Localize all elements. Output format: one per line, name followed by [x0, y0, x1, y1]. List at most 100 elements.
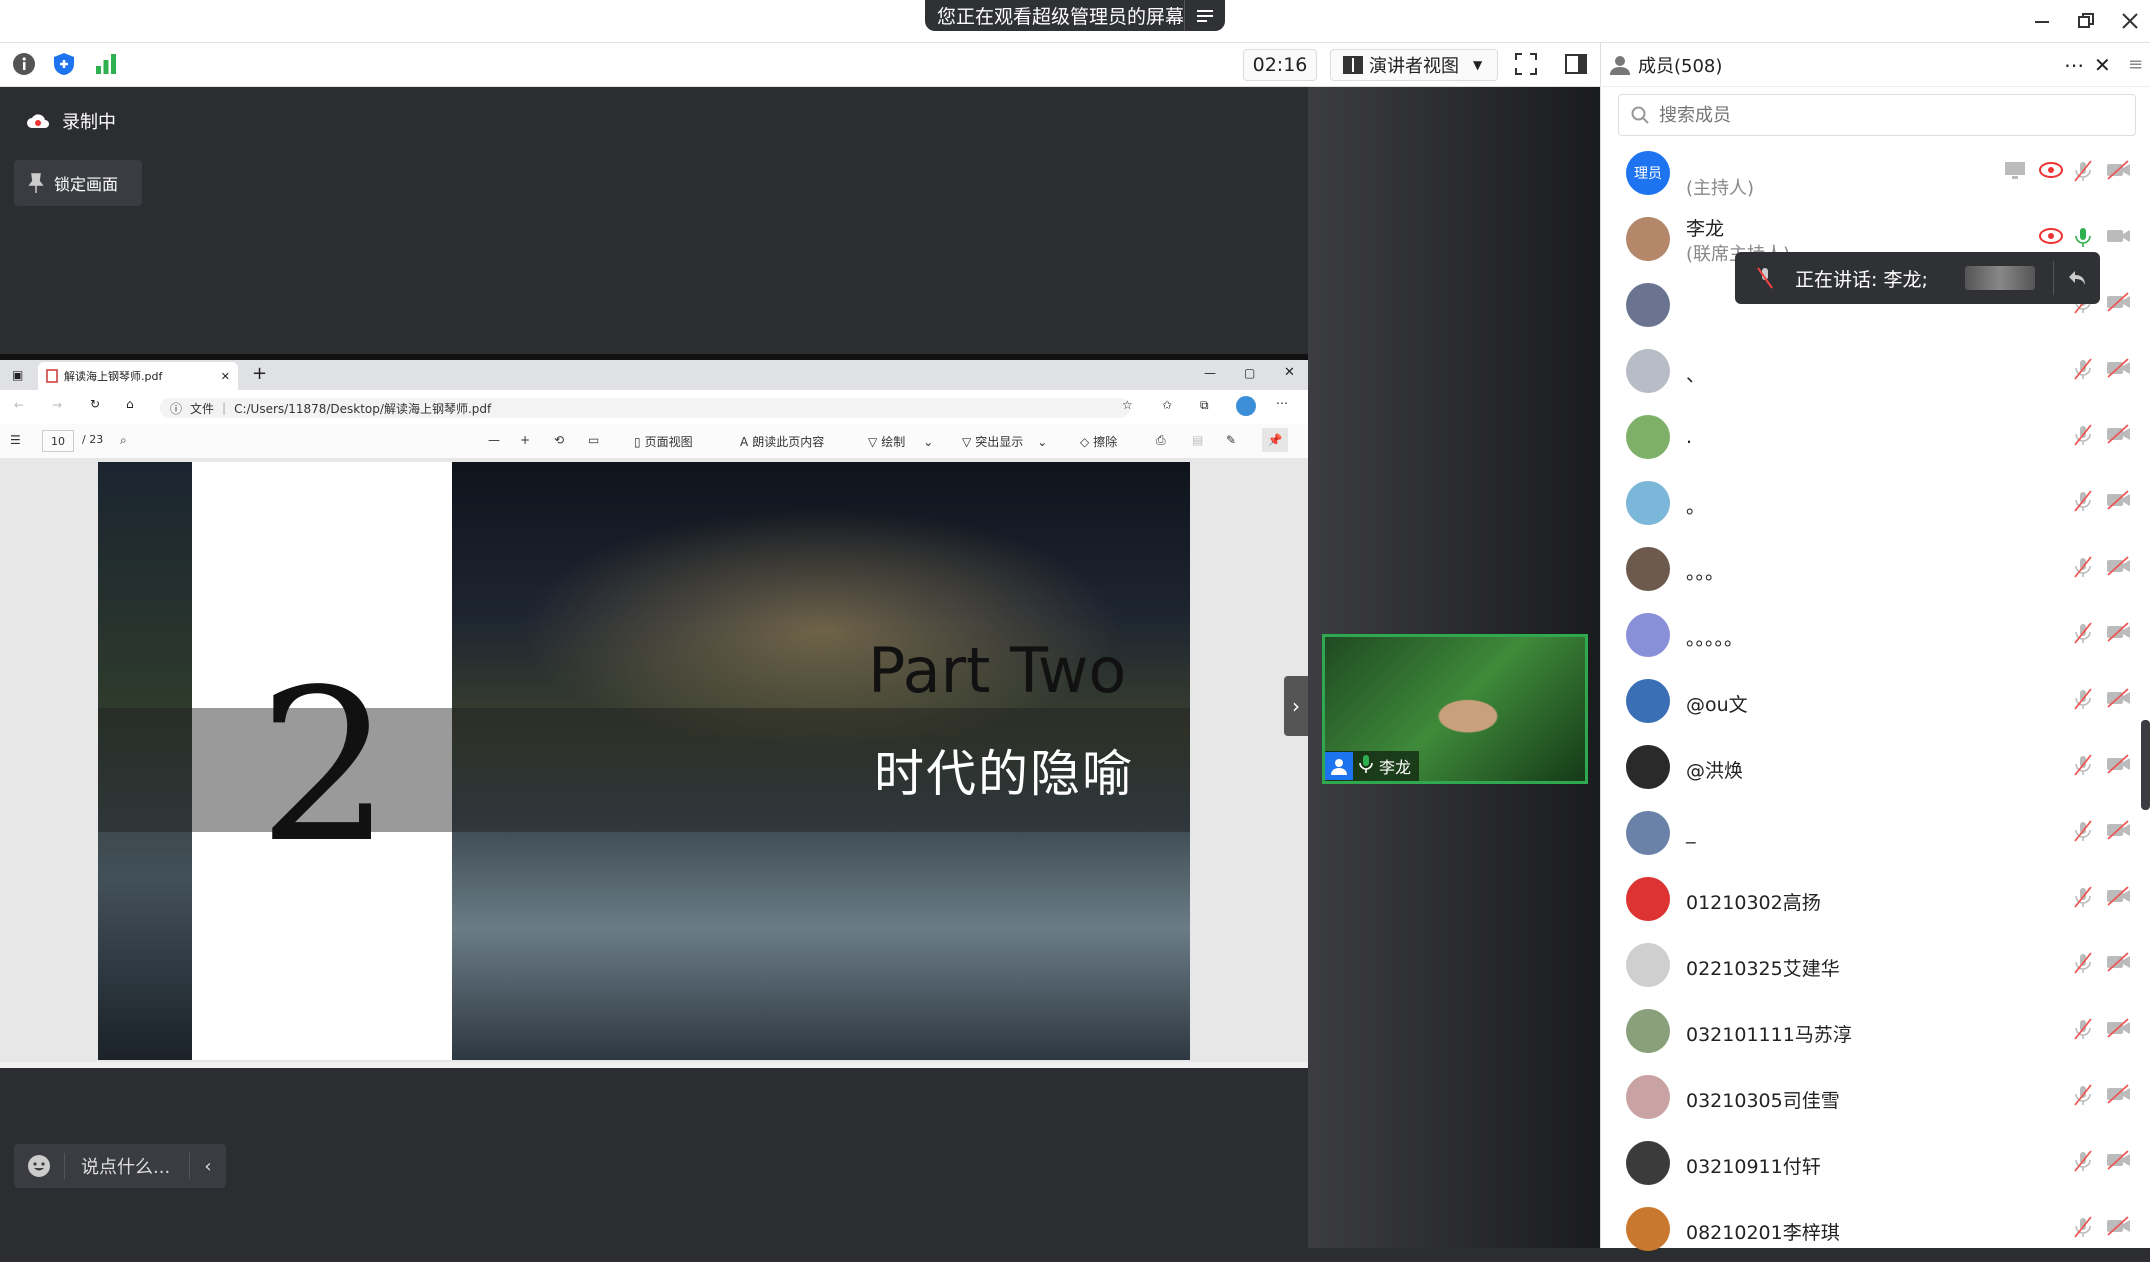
- member-row[interactable]: 。: [1600, 470, 2134, 536]
- mic-muted-icon[interactable]: [2072, 490, 2096, 514]
- camera-off-icon[interactable]: [2106, 358, 2134, 382]
- info-icon[interactable]: [10, 50, 38, 78]
- zoom-out-icon[interactable]: —: [488, 433, 500, 447]
- member-row[interactable]: 032101111马苏淳: [1600, 998, 2134, 1064]
- edit-icon[interactable]: ✎: [1226, 433, 1236, 447]
- browser-close-icon[interactable]: ✕: [1284, 365, 1295, 380]
- presenter-view-button[interactable]: 演讲者视图 ▼: [1330, 49, 1498, 81]
- reload-icon[interactable]: ↻: [90, 397, 100, 411]
- chat-input-bar[interactable]: 说点什么... ‹: [14, 1144, 226, 1188]
- camera-off-icon[interactable]: [2106, 1018, 2134, 1042]
- banner-menu-icon[interactable]: [1184, 0, 1225, 31]
- members-scrollbar[interactable]: [2141, 720, 2150, 810]
- camera-off-icon[interactable]: [2106, 820, 2134, 844]
- side-panel-toggle-icon[interactable]: [1562, 50, 1590, 78]
- camera-off-icon[interactable]: [2106, 556, 2134, 580]
- watching-icon[interactable]: [2038, 160, 2063, 184]
- reply-icon[interactable]: [2053, 261, 2100, 295]
- favorite-icon[interactable]: ☆: [1122, 398, 1133, 412]
- camera-off-icon[interactable]: [2106, 622, 2134, 646]
- erase-button[interactable]: ◇ 擦除: [1080, 433, 1117, 450]
- camera-off-icon[interactable]: [2106, 1084, 2134, 1108]
- member-row[interactable]: @洪焕: [1600, 734, 2134, 800]
- browser-minimize-icon[interactable]: —: [1204, 366, 1216, 380]
- mic-on-icon[interactable]: [2072, 226, 2096, 250]
- contents-icon[interactable]: ☰: [10, 433, 21, 447]
- member-row[interactable]: 02210325艾建华: [1600, 932, 2134, 998]
- signal-stats-icon[interactable]: [92, 50, 120, 78]
- camera-off-icon[interactable]: [2106, 688, 2134, 712]
- restore-icon[interactable]: [2066, 4, 2106, 38]
- member-row[interactable]: @ou文: [1600, 668, 2134, 734]
- member-row[interactable]: 08210201李梓琪: [1600, 1196, 2134, 1262]
- security-shield-icon[interactable]: [50, 50, 78, 78]
- mic-muted-icon[interactable]: [2072, 952, 2096, 976]
- watching-icon[interactable]: [2038, 226, 2063, 250]
- browser-tab-pdf[interactable]: 解读海上钢琴师.pdf ✕: [38, 362, 238, 390]
- camera-off-icon[interactable]: [2106, 952, 2134, 976]
- participant-video-tile[interactable]: 李龙: [1322, 634, 1588, 784]
- profile-avatar[interactable]: [1236, 396, 1256, 416]
- page-number-input[interactable]: 10: [42, 430, 74, 452]
- zoom-in-icon[interactable]: +: [520, 433, 530, 447]
- mic-muted-icon[interactable]: [2072, 688, 2096, 712]
- panel-menu-icon[interactable]: ≡: [2128, 54, 2143, 75]
- mic-muted-icon[interactable]: [2072, 358, 2096, 382]
- member-row[interactable]: 01210302高扬: [1600, 866, 2134, 932]
- lock-view-button[interactable]: 锁定画面: [14, 160, 142, 206]
- fit-page-icon[interactable]: ▭: [588, 433, 599, 447]
- collapse-chat-icon[interactable]: ‹: [189, 1153, 226, 1179]
- more-menu-icon[interactable]: ⋯: [1276, 396, 1288, 410]
- member-row[interactable]: 03210305司佳雪: [1600, 1064, 2134, 1130]
- home-icon[interactable]: ⌂: [126, 397, 134, 411]
- member-row[interactable]: .: [1600, 404, 2134, 470]
- member-row[interactable]: 。。。。。: [1600, 602, 2134, 668]
- read-aloud-button[interactable]: A 朗读此页内容: [740, 433, 824, 450]
- expand-arrow-icon[interactable]: ›: [1284, 676, 1308, 736]
- camera-off-icon[interactable]: [2106, 292, 2134, 316]
- print-icon[interactable]: ⎙: [1156, 433, 1166, 448]
- mic-muted-icon[interactable]: [2072, 886, 2096, 910]
- highlight-button[interactable]: ▽ 突出显示 ⌄: [962, 433, 1047, 450]
- mic-muted-icon[interactable]: [2072, 1084, 2096, 1108]
- emoji-icon[interactable]: [14, 1153, 65, 1179]
- mic-muted-icon[interactable]: [2072, 820, 2096, 844]
- panel-close-icon[interactable]: ✕: [2094, 53, 2111, 77]
- member-search[interactable]: [1618, 94, 2136, 136]
- rotate-icon[interactable]: ⟲: [554, 433, 564, 447]
- mic-muted-icon[interactable]: [2072, 160, 2100, 184]
- member-search-input[interactable]: [1657, 103, 2061, 127]
- camera-off-icon[interactable]: [2106, 160, 2134, 184]
- favorites-bar-icon[interactable]: ✩: [1162, 398, 1172, 412]
- camera-off-icon[interactable]: [2106, 1150, 2134, 1174]
- save-icon[interactable]: ▤: [1192, 433, 1203, 447]
- browser-restore-icon[interactable]: ▢: [1244, 366, 1255, 380]
- close-window-icon[interactable]: [2110, 4, 2150, 38]
- address-bar[interactable]: ⓘ 文件 | C:/Users/11878/Desktop/解读海上钢琴师.pd…: [160, 398, 1130, 418]
- camera-off-icon[interactable]: [2106, 1216, 2134, 1240]
- member-row[interactable]: 理员 (主持人): [1600, 140, 2134, 206]
- mic-muted-icon[interactable]: [2072, 556, 2096, 580]
- tab-actions-icon[interactable]: ▣: [12, 368, 23, 382]
- screen-share-icon[interactable]: [2004, 160, 2028, 184]
- camera-off-icon[interactable]: [2106, 490, 2134, 514]
- fullscreen-icon[interactable]: [1512, 50, 1540, 78]
- mic-muted-icon[interactable]: [2072, 622, 2096, 646]
- minimize-icon[interactable]: [2022, 4, 2062, 38]
- page-view-button[interactable]: ▯ 页面视图: [634, 433, 693, 450]
- member-row[interactable]: 、: [1600, 338, 2134, 404]
- mic-muted-icon[interactable]: [2072, 424, 2096, 448]
- camera-off-icon[interactable]: [2106, 424, 2134, 448]
- mic-muted-icon[interactable]: [2072, 754, 2096, 778]
- panel-more-icon[interactable]: ⋯: [2064, 53, 2084, 77]
- find-icon[interactable]: ⌕: [120, 433, 127, 448]
- pin-toolbar-icon[interactable]: 📌: [1262, 428, 1288, 452]
- camera-off-icon[interactable]: [2106, 886, 2134, 910]
- camera-icon[interactable]: [2106, 226, 2134, 250]
- mic-muted-icon[interactable]: [2072, 1018, 2096, 1042]
- tab-close-icon[interactable]: ✕: [221, 370, 230, 383]
- forward-icon[interactable]: →: [52, 398, 62, 412]
- mic-muted-icon[interactable]: [2072, 1150, 2096, 1174]
- member-row[interactable]: _: [1600, 800, 2134, 866]
- mic-muted-icon[interactable]: [2072, 1216, 2096, 1240]
